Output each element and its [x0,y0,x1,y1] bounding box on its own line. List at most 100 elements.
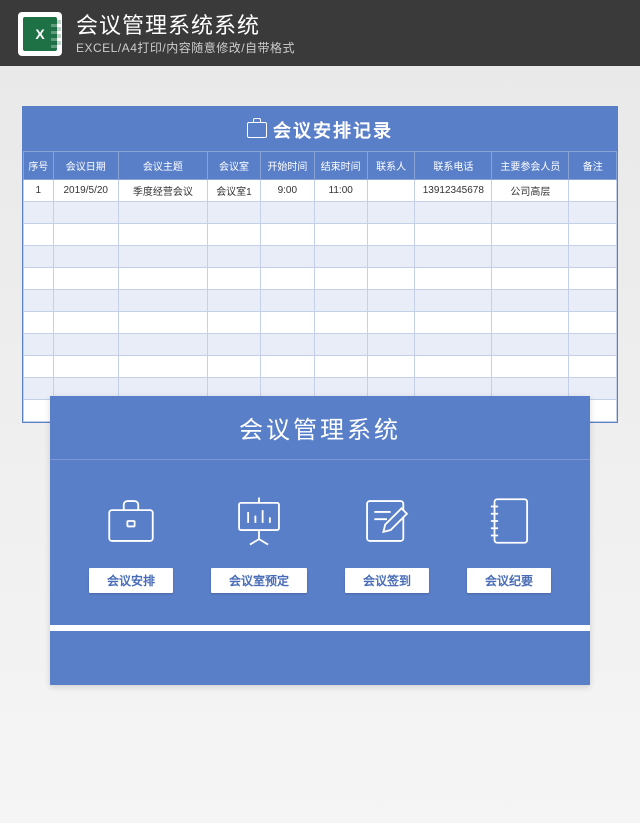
table-cell[interactable]: 9:00 [261,180,314,202]
table-cell[interactable] [314,246,367,268]
table-cell[interactable] [415,202,492,224]
table-cell[interactable] [53,356,118,378]
table-cell[interactable] [207,202,260,224]
table-cell[interactable] [207,334,260,356]
table-cell[interactable] [415,356,492,378]
table-cell[interactable] [24,224,54,246]
table-cell[interactable]: 会议室1 [207,180,260,202]
table-cell[interactable] [118,202,207,224]
table-cell[interactable]: 2019/5/20 [53,180,118,202]
table-cell[interactable] [492,356,569,378]
table-cell[interactable] [207,356,260,378]
module-edit[interactable]: 会议签到 [345,490,429,593]
table-cell[interactable] [24,290,54,312]
table-cell[interactable] [415,246,492,268]
table-cell[interactable] [118,246,207,268]
table-cell[interactable] [314,202,367,224]
module-briefcase[interactable]: 会议安排 [89,490,173,593]
module-notebook[interactable]: 会议纪要 [467,490,551,593]
table-cell[interactable] [24,400,54,422]
table-cell[interactable] [314,268,367,290]
module-board[interactable]: 会议室预定 [211,490,307,593]
table-cell[interactable] [569,290,617,312]
table-cell[interactable] [569,224,617,246]
table-cell[interactable] [415,290,492,312]
table-cell[interactable] [207,268,260,290]
table-cell[interactable] [53,268,118,290]
module-label[interactable]: 会议安排 [89,568,173,593]
table-cell[interactable]: 13912345678 [415,180,492,202]
table-cell[interactable] [261,246,314,268]
table-cell[interactable] [492,312,569,334]
table-cell[interactable] [415,312,492,334]
table-cell[interactable] [569,202,617,224]
table-cell[interactable] [118,290,207,312]
table-cell[interactable] [53,312,118,334]
table-cell[interactable] [367,246,414,268]
table-cell[interactable] [314,312,367,334]
table-cell[interactable] [415,334,492,356]
table-cell[interactable] [569,334,617,356]
table-cell[interactable] [261,268,314,290]
table-cell[interactable] [314,224,367,246]
table-cell[interactable]: 11:00 [314,180,367,202]
table-cell[interactable]: 公司高层 [492,180,569,202]
table-cell[interactable] [367,180,414,202]
table-cell[interactable] [415,268,492,290]
table-cell[interactable] [24,312,54,334]
table-cell[interactable] [261,356,314,378]
table-cell[interactable] [53,202,118,224]
table-cell[interactable] [24,356,54,378]
table-cell[interactable] [118,224,207,246]
table-cell[interactable] [24,378,54,400]
table-cell[interactable] [314,356,367,378]
table-cell[interactable] [261,334,314,356]
table-cell[interactable] [207,224,260,246]
table-cell[interactable] [261,290,314,312]
table-cell[interactable] [53,290,118,312]
table-cell[interactable] [24,334,54,356]
table-cell[interactable] [569,356,617,378]
table-cell[interactable] [261,202,314,224]
table-cell[interactable] [367,202,414,224]
table-cell[interactable] [367,224,414,246]
table-cell[interactable] [261,312,314,334]
table-cell[interactable] [207,312,260,334]
table-cell[interactable] [367,334,414,356]
table-cell[interactable] [24,268,54,290]
table-cell[interactable] [569,312,617,334]
table-cell[interactable] [24,246,54,268]
table-cell[interactable] [367,290,414,312]
table-cell[interactable] [492,268,569,290]
table-cell[interactable]: 季度经营会议 [118,180,207,202]
table-cell[interactable] [492,224,569,246]
table-cell[interactable] [207,246,260,268]
module-label[interactable]: 会议纪要 [467,568,551,593]
table-cell[interactable] [118,268,207,290]
table-cell[interactable] [569,180,617,202]
table-cell[interactable] [492,246,569,268]
table-cell[interactable] [569,268,617,290]
table-cell[interactable] [569,246,617,268]
table-cell[interactable] [367,312,414,334]
table-cell[interactable] [415,224,492,246]
table-cell[interactable] [53,334,118,356]
table-cell[interactable] [367,268,414,290]
table-cell[interactable] [261,224,314,246]
table-cell[interactable] [53,224,118,246]
table-cell[interactable]: 1 [24,180,54,202]
table-cell[interactable] [367,356,414,378]
table-cell[interactable] [314,334,367,356]
table-cell[interactable] [314,290,367,312]
table-cell[interactable] [492,334,569,356]
table-cell[interactable] [118,312,207,334]
module-label[interactable]: 会议签到 [345,568,429,593]
module-label[interactable]: 会议室预定 [211,568,307,593]
table-cell[interactable] [492,202,569,224]
table-cell[interactable] [207,290,260,312]
table-cell[interactable] [53,246,118,268]
table-cell[interactable] [24,202,54,224]
table-cell[interactable] [118,356,207,378]
table-cell[interactable] [118,334,207,356]
table-cell[interactable] [492,290,569,312]
